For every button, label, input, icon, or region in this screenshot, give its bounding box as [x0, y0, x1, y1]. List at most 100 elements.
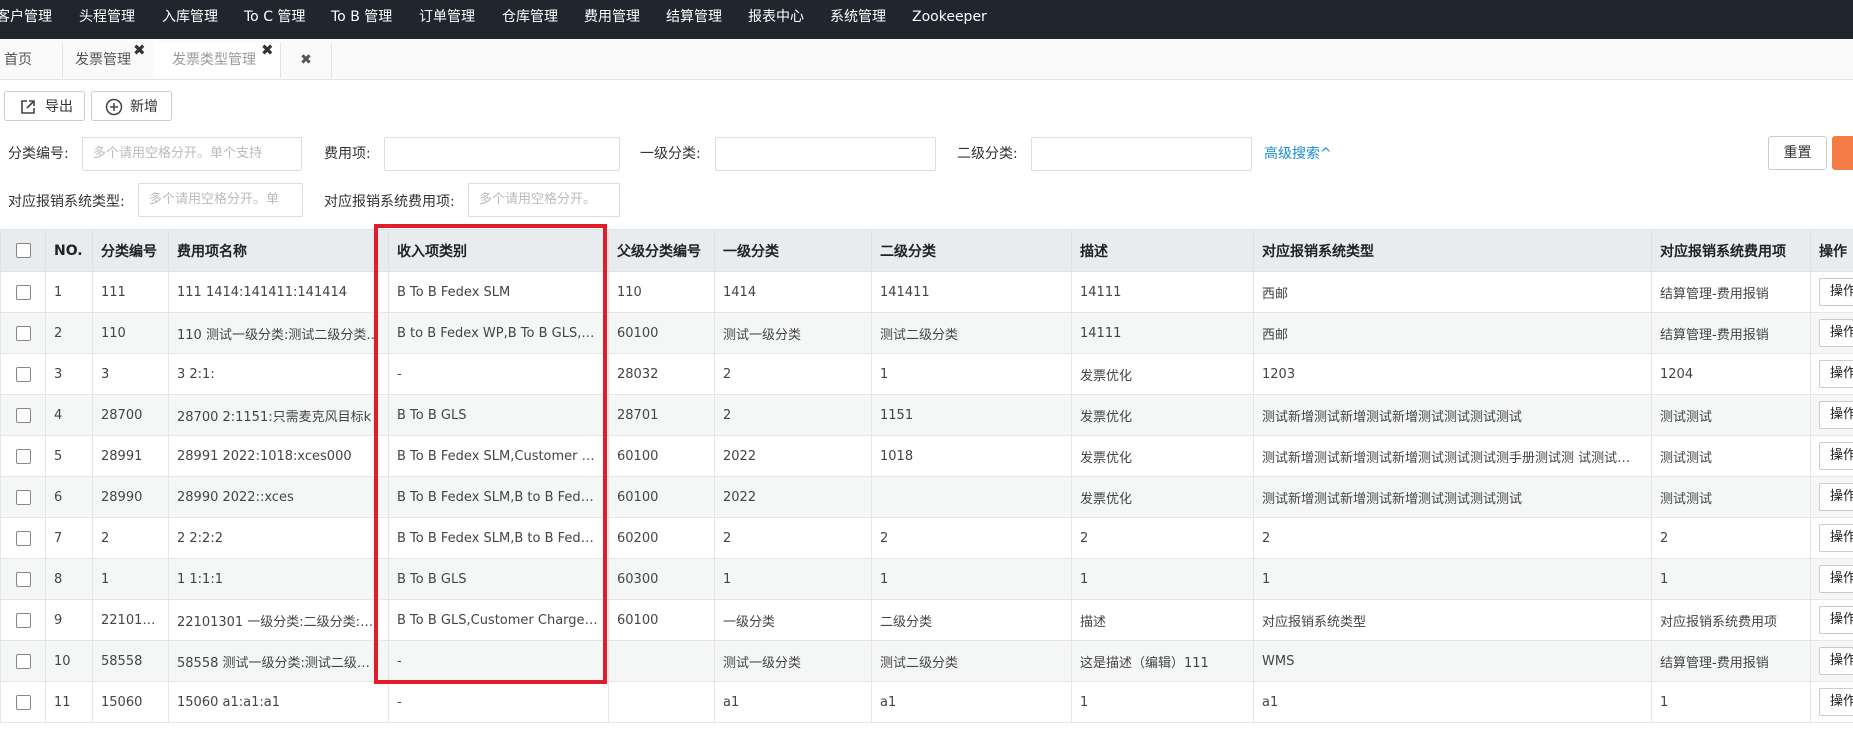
row-action-button[interactable]: 操作 — [1819, 606, 1853, 634]
row-checkbox[interactable] — [15, 366, 31, 382]
header-fee-item-name[interactable]: 费用项名称 — [168, 229, 389, 272]
row-action-button[interactable]: 操作 — [1819, 401, 1853, 429]
row-checkbox[interactable] — [15, 530, 31, 546]
header-category-code[interactable]: 分类编号 — [92, 229, 169, 272]
row-checkbox-cell[interactable] — [0, 271, 46, 313]
nav-to-b-management[interactable]: To B 管理 — [331, 0, 392, 39]
nav-fee-management[interactable]: 费用管理 — [584, 0, 640, 39]
tab-home[interactable]: 首页 — [0, 43, 63, 78]
table-row[interactable]: 111506015060 a1:a1:a1-a1a11a11操作 — [0, 681, 1853, 723]
row-checkbox-cell[interactable] — [0, 476, 46, 518]
nav-to-c-management[interactable]: To C 管理 — [244, 0, 305, 39]
expense-system-fee-input[interactable]: 多个请用空格分开。 — [468, 183, 620, 217]
row-checkbox[interactable] — [15, 448, 31, 464]
row-checkbox[interactable] — [15, 407, 31, 423]
nav-settlement-management[interactable]: 结算管理 — [666, 0, 722, 39]
header-no[interactable]: NO. — [45, 229, 93, 272]
row-checkbox-cell[interactable] — [0, 640, 46, 682]
row-checkbox-cell[interactable] — [0, 435, 46, 477]
row-action-button[interactable]: 操作 — [1819, 483, 1853, 511]
invoice-type-table: NO. 分类编号 费用项名称 收入项类别 父级分类编号 一级分类 二级分类 描述… — [0, 229, 1853, 723]
header-parent-category-code[interactable]: 父级分类编号 — [608, 229, 715, 272]
cell-level1-category: 测试一级分类 — [714, 312, 872, 354]
row-checkbox[interactable] — [15, 571, 31, 587]
nav-first-leg-management[interactable]: 头程管理 — [79, 0, 135, 39]
table-row[interactable]: 811 1:1:1B To B GLS6030011111操作 — [0, 558, 1853, 600]
row-action-button[interactable]: 操作 — [1819, 278, 1853, 306]
cell-description: 14111 — [1071, 271, 1254, 313]
row-action-button[interactable]: 操作 — [1819, 647, 1853, 675]
row-action-button[interactable]: 操作 — [1819, 442, 1853, 470]
table-row[interactable]: 10 58558 58558 测试一级分类:测试二级分... - 测试一级分类 测试二级分… — [0, 640, 1853, 682]
nav-zookeeper[interactable]: Zookeeper — [912, 0, 987, 39]
cell-level1-category: 测试一级分类 — [714, 640, 872, 682]
cell-parent-category-code: 60100 — [608, 312, 715, 354]
reset-button[interactable]: 重置 — [1768, 136, 1827, 170]
header-level1-category[interactable]: 一级分类 — [714, 229, 872, 272]
cell-level2-category: 1 — [871, 558, 1072, 600]
tab-invoice-management-label: 发票管理 — [75, 52, 131, 68]
row-action-button[interactable]: 操作 — [1819, 688, 1853, 716]
row-checkbox-cell[interactable] — [0, 517, 46, 559]
row-checkbox[interactable] — [15, 653, 31, 669]
nav-report-center[interactable]: 报表中心 — [748, 0, 804, 39]
select-all-checkbox[interactable] — [15, 243, 31, 258]
table-row[interactable]: 333 2:1:-2803221发票优化12031204操作 — [0, 353, 1853, 395]
row-checkbox[interactable] — [15, 489, 31, 505]
row-action-button[interactable]: 操作 — [1819, 565, 1853, 593]
cell-row-number: 8 — [45, 558, 93, 600]
row-checkbox-cell[interactable] — [0, 312, 46, 354]
table-row[interactable]: 722 2:2:2 B To B Fedex SLM,B to B Fedex .… — [0, 517, 1853, 559]
table-row[interactable]: 9 22101301 22101301 一级分类:二级分类:费... B To B G… — [0, 599, 1853, 641]
table-row[interactable]: 4 28700 28700 2:1151:只需麦克风目标k B To B GLS 287… — [0, 394, 1853, 436]
row-checkbox-cell[interactable] — [0, 558, 46, 600]
row-checkbox-cell[interactable] — [0, 599, 46, 641]
row-checkbox[interactable] — [15, 284, 31, 300]
table-row[interactable]: 1 111 111 1414:141411:141414 B To B Fedex S… — [0, 271, 1853, 313]
row-checkbox[interactable] — [15, 325, 31, 341]
cell-row-number: 3 — [45, 353, 93, 395]
plus-circle-icon — [105, 98, 123, 116]
row-checkbox-cell[interactable] — [0, 353, 46, 395]
select-all-checkbox-cell[interactable] — [0, 229, 46, 272]
tab-invoice-type-management[interactable]: 发票类型管理 ✖ — [154, 41, 281, 78]
expense-system-type-input[interactable]: 多个请用空格分开。单 — [138, 183, 303, 217]
level2-category-input[interactable] — [1031, 137, 1252, 171]
search-button[interactable] — [1832, 136, 1853, 170]
level1-category-input[interactable] — [715, 137, 936, 171]
row-action-button[interactable]: 操作 — [1819, 524, 1853, 552]
table-row[interactable]: 6 28990 28990 2022::xces B To B Fedex SLM,B… — [0, 476, 1853, 518]
header-expense-system-type[interactable]: 对应报销系统类型 — [1253, 229, 1652, 272]
row-checkbox[interactable] — [15, 694, 31, 710]
close-icon[interactable]: ✖ — [133, 33, 146, 68]
cell-actions: 操作 — [1810, 394, 1853, 436]
table-header-row: NO. 分类编号 费用项名称 收入项类别 父级分类编号 一级分类 二级分类 描述… — [0, 229, 1853, 272]
nav-customer-management[interactable]: 客户管理 — [0, 0, 52, 39]
header-level2-category[interactable]: 二级分类 — [871, 229, 1072, 272]
add-button[interactable]: 新增 — [91, 91, 172, 121]
row-action-button[interactable]: 操作 — [1819, 319, 1853, 347]
header-expense-system-fee[interactable]: 对应报销系统费用项 — [1651, 229, 1811, 272]
table-row[interactable]: 5 28991 28991 2022:1018:xces000 B To B Fede… — [0, 435, 1853, 477]
nav-order-management[interactable]: 订单管理 — [419, 0, 475, 39]
table-row[interactable]: 2 110 110 测试一级分类:测试二级分类:... B to B Fedex WP… — [0, 312, 1853, 354]
category-code-input[interactable]: 多个请用空格分开。单个支持 — [82, 137, 302, 171]
row-checkbox-cell[interactable] — [0, 681, 46, 723]
row-action-button[interactable]: 操作 — [1819, 360, 1853, 388]
cell-income-category: B To B Fedex SLM,Customer Cha... — [388, 435, 609, 477]
row-checkbox-cell[interactable] — [0, 394, 46, 436]
nav-system-management[interactable]: 系统管理 — [830, 0, 886, 39]
close-all-tabs-button[interactable]: ✖ — [281, 43, 332, 78]
cell-expense-system-fee: 1 — [1651, 681, 1811, 723]
cell-expense-system-fee: 测试测试 — [1651, 435, 1811, 477]
close-icon[interactable]: ✖ — [261, 33, 274, 68]
cell-category-code: 28991 — [92, 435, 169, 477]
header-income-category[interactable]: 收入项类别 — [388, 229, 609, 272]
fee-item-input[interactable] — [384, 137, 620, 171]
row-checkbox[interactable] — [15, 612, 31, 628]
nav-inbound-management[interactable]: 入库管理 — [162, 0, 218, 39]
nav-warehouse-management[interactable]: 仓库管理 — [502, 0, 558, 39]
header-description[interactable]: 描述 — [1071, 229, 1254, 272]
advanced-search-link[interactable]: 高级搜索^ — [1264, 143, 1332, 163]
export-button[interactable]: 导出 — [4, 91, 85, 121]
